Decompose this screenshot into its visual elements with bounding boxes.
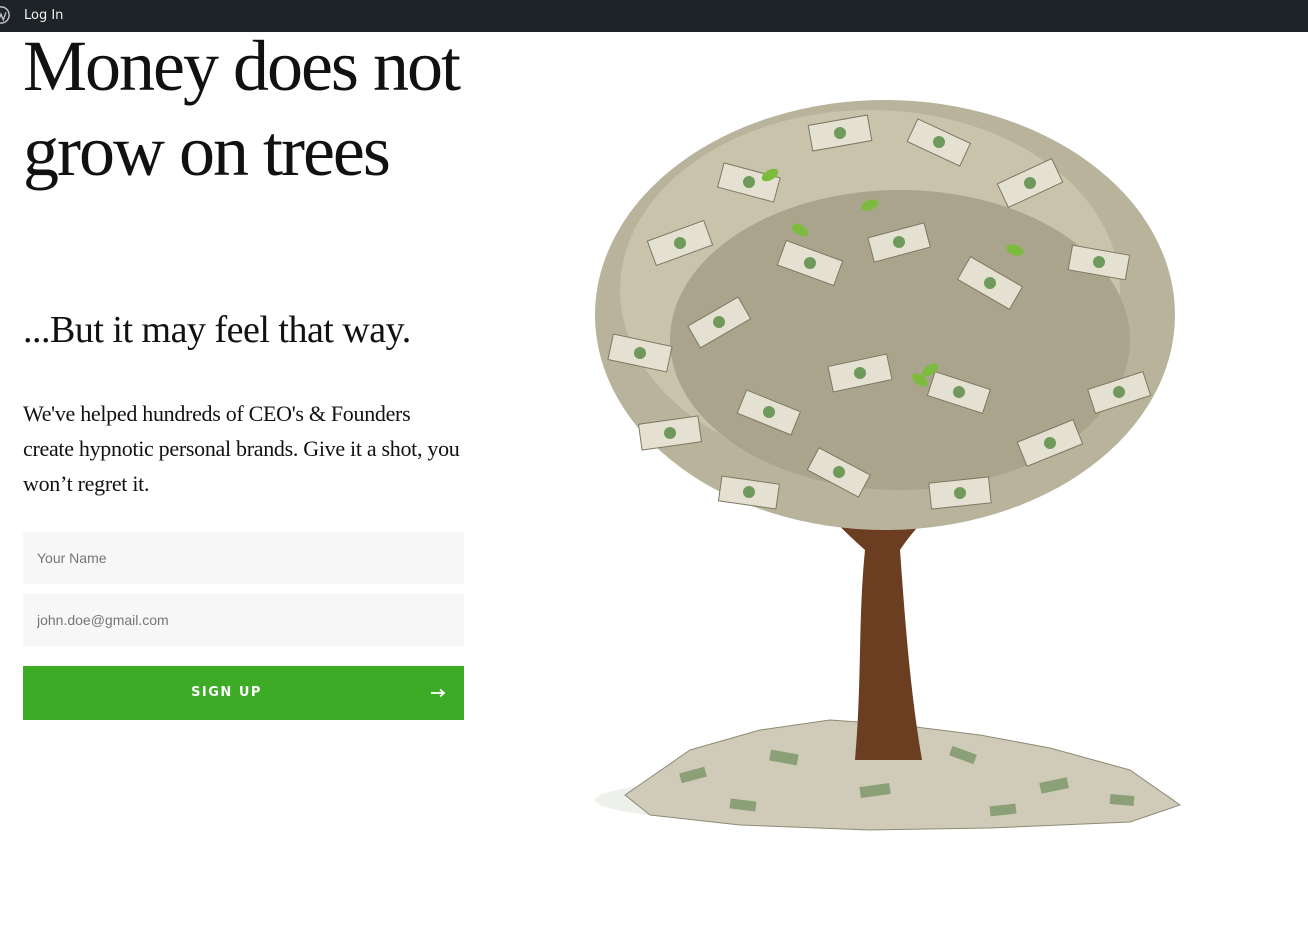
intro-paragraph: We've helped hundreds of CEO's & Founder… xyxy=(23,401,460,496)
wordpress-icon[interactable] xyxy=(0,6,10,24)
email-input[interactable] xyxy=(23,594,464,646)
sign-up-button[interactable]: SIGN UP xyxy=(23,666,464,720)
money-tree-image xyxy=(595,100,1182,831)
subheadline: ...But it may feel that way. xyxy=(23,309,411,351)
sign-up-label: SIGN UP xyxy=(191,685,262,700)
login-link[interactable]: Log In xyxy=(24,9,63,23)
tree-canopy xyxy=(595,100,1175,530)
arrow-right-icon xyxy=(431,688,446,698)
name-input[interactable] xyxy=(23,532,464,584)
page-title: Money does not grow on trees xyxy=(23,26,461,191)
